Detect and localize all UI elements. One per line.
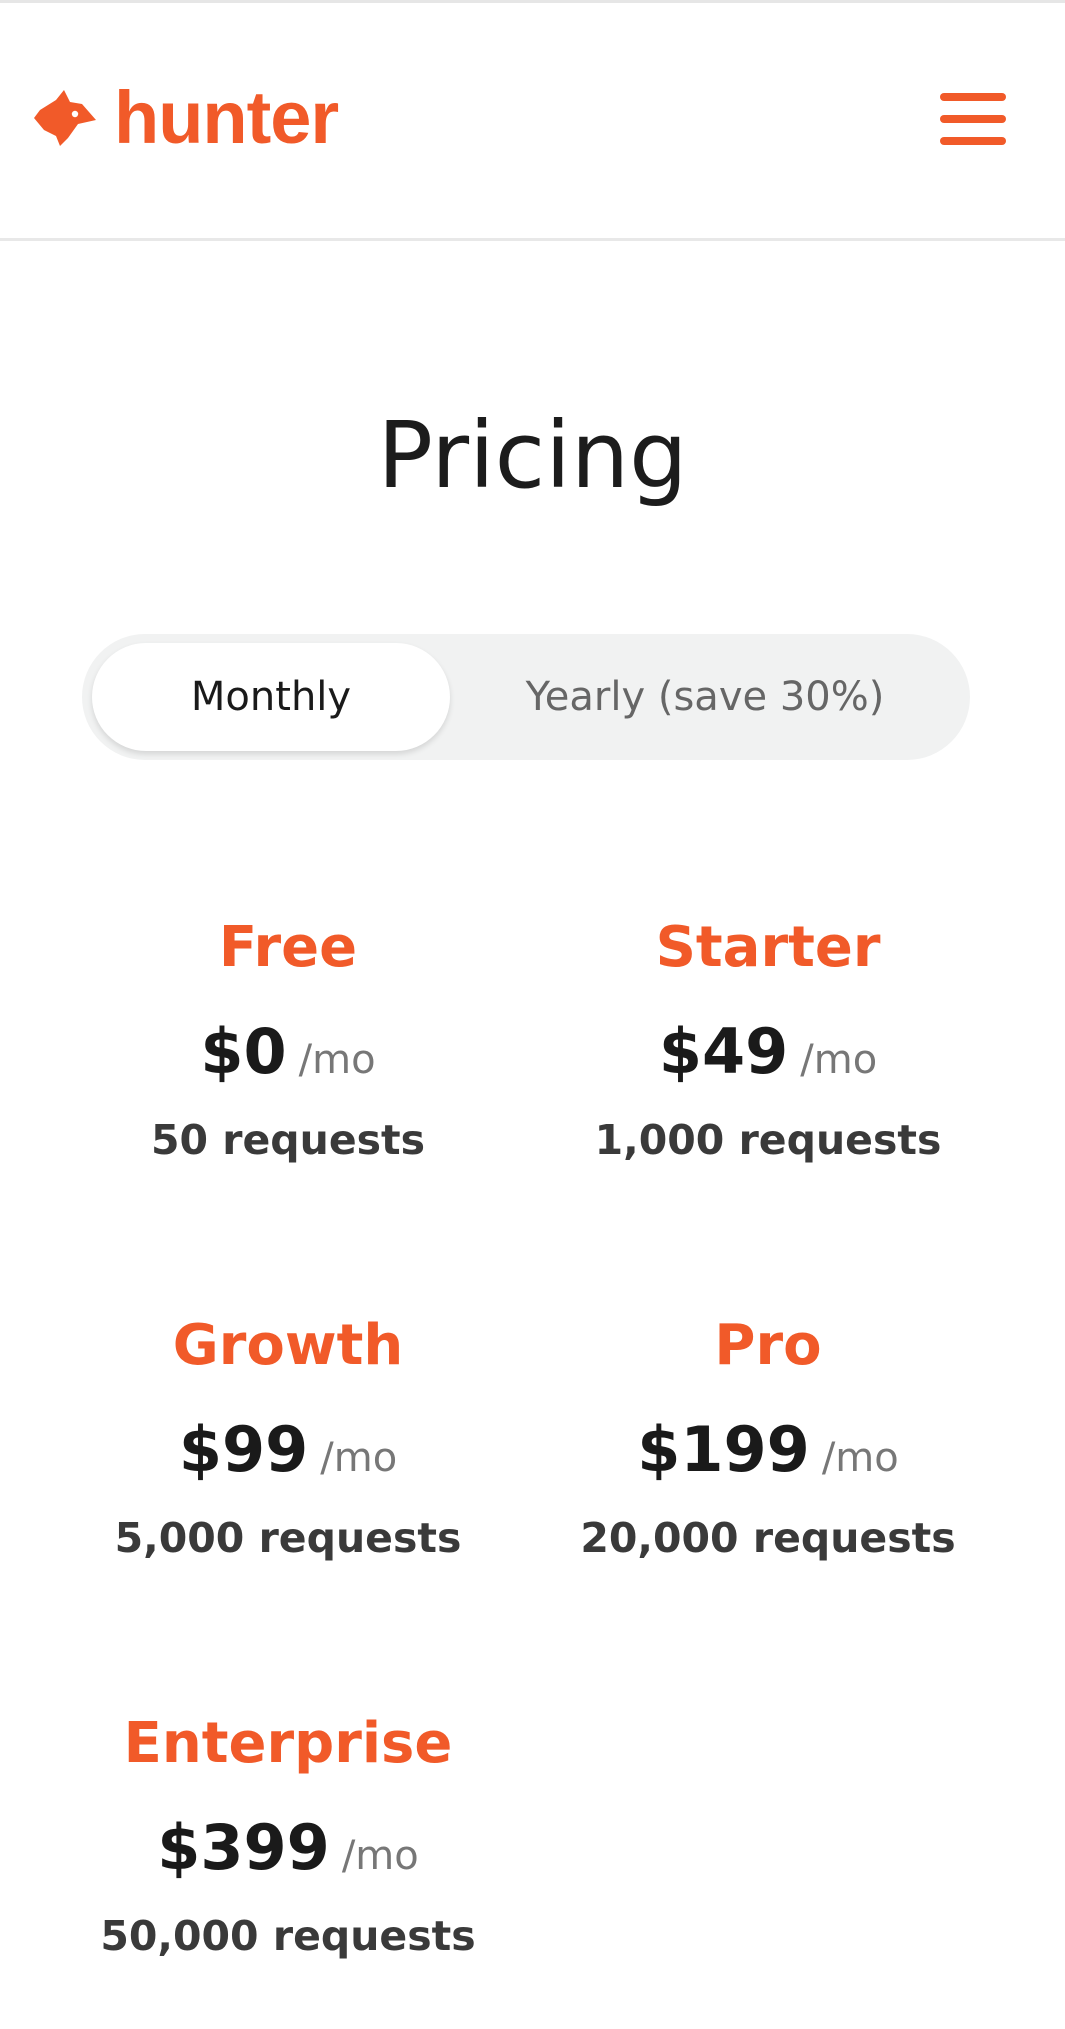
plan-name: Enterprise	[123, 1711, 453, 1776]
plan-card-starter[interactable]: Starter $49/mo 1,000 requests	[528, 910, 1008, 1168]
plan-requests: 20,000 requests	[580, 1514, 956, 1562]
monthly-option[interactable]: Monthly	[92, 643, 450, 751]
plan-card-free[interactable]: Free $0/mo 50 requests	[48, 910, 528, 1168]
billing-period-toggle: Monthly Yearly (save 30%)	[82, 634, 970, 760]
plan-card-enterprise[interactable]: Enterprise $399/mo 50,000 requests	[48, 1706, 528, 1964]
plan-price: $199/mo	[528, 1410, 1008, 1490]
price-amount: $399	[157, 1811, 330, 1884]
plan-price: $99/mo	[48, 1410, 528, 1490]
plan-requests: 50,000 requests	[100, 1912, 476, 1960]
plan-name: Growth	[172, 1313, 404, 1378]
price-amount: $0	[200, 1015, 287, 1088]
plan-name: Free	[218, 915, 358, 980]
plan-requests: 5,000 requests	[114, 1514, 462, 1562]
page-title: Pricing	[377, 402, 688, 509]
price-amount: $199	[637, 1413, 810, 1486]
price-amount: $99	[178, 1413, 309, 1486]
price-period: /mo	[821, 1435, 899, 1481]
menu-bar	[940, 137, 1006, 145]
menu-bar	[940, 93, 1006, 101]
plan-price: $0/mo	[48, 1012, 528, 1092]
fox-head-icon	[34, 90, 96, 146]
plan-card-growth[interactable]: Growth $99/mo 5,000 requests	[48, 1308, 528, 1566]
plan-card-pro[interactable]: Pro $199/mo 20,000 requests	[528, 1308, 1008, 1566]
price-period: /mo	[800, 1037, 878, 1083]
hamburger-menu-icon[interactable]	[938, 87, 1008, 151]
hunter-logo[interactable]: hunter	[34, 76, 339, 159]
price-amount: $49	[658, 1015, 789, 1088]
plan-requests: 1,000 requests	[594, 1116, 942, 1164]
plan-price: $399/mo	[48, 1808, 528, 1888]
yearly-option[interactable]: Yearly (save 30%)	[450, 643, 960, 751]
price-period: /mo	[341, 1833, 419, 1879]
plan-price: $49/mo	[528, 1012, 1008, 1092]
plan-name: Pro	[714, 1313, 822, 1378]
plan-requests: 50 requests	[150, 1116, 426, 1164]
price-period: /mo	[298, 1037, 376, 1083]
price-period: /mo	[320, 1435, 398, 1481]
menu-bar	[940, 115, 1006, 123]
site-header: hunter	[0, 3, 1065, 241]
plan-name: Starter	[655, 915, 881, 980]
brand-name: hunter	[114, 76, 339, 159]
